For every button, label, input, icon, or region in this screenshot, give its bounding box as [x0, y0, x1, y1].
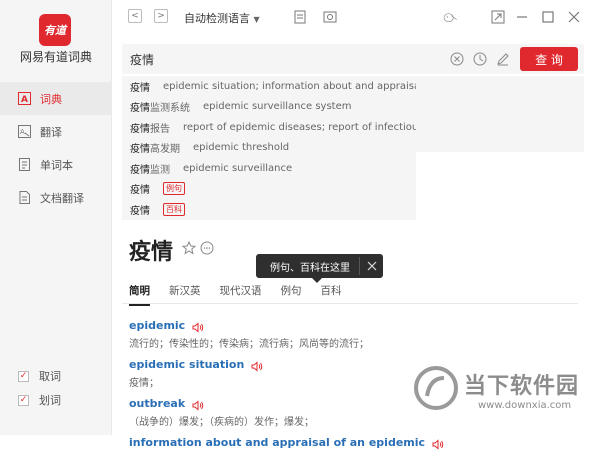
- logo-text: 有道: [44, 24, 66, 37]
- sidebar-item-dictionary[interactable]: A 词典: [0, 82, 112, 115]
- suggestion-list: 疫情 epidemic situation; information about…: [122, 76, 416, 220]
- checkmark-icon[interactable]: ✓: [18, 370, 29, 382]
- suggestion-item[interactable]: 疫情 例句: [122, 179, 416, 200]
- encyclopedia-tag: 百科: [163, 202, 185, 216]
- suggestion-item[interactable]: 疫情高发期 epidemic threshold: [122, 138, 416, 159]
- suggestion-item[interactable]: 疫情 百科: [122, 199, 416, 220]
- clear-icon[interactable]: [449, 51, 465, 67]
- sidebar-item-doc-translate[interactable]: 文档翻译: [0, 181, 112, 214]
- option-checkboxes: ✓ 取词 ✓ 划词: [18, 364, 61, 412]
- checkbox-label: 划词: [39, 394, 61, 407]
- star-icon[interactable]: [181, 240, 197, 255]
- watermark-text: 当下软件园: [464, 374, 580, 399]
- more-icon[interactable]: [200, 240, 214, 255]
- close-icon[interactable]: [365, 259, 379, 273]
- maximize-icon[interactable]: [540, 9, 556, 25]
- back-button[interactable]: <: [128, 9, 142, 23]
- tooltip: 例句、百科在这里: [256, 254, 383, 283]
- search-bar: 疫情 查 询: [122, 44, 584, 74]
- page-title: 疫情: [129, 240, 174, 265]
- forward-button[interactable]: >: [154, 9, 168, 23]
- divider: [122, 303, 578, 304]
- tooltip-text: 例句、百科在这里: [270, 262, 350, 274]
- edit-icon[interactable]: [495, 51, 511, 67]
- entry-word[interactable]: epidemic: [129, 319, 185, 332]
- suggestion-panel-extension: [416, 76, 584, 218]
- speaker-icon[interactable]: [250, 358, 263, 372]
- entry-word[interactable]: epidemic situation: [129, 358, 244, 371]
- sidebar-item-label: 词典: [40, 92, 62, 106]
- list-item: epidemic 流行的；传染性的；传染病；流行病；风尚等的流行；: [129, 316, 579, 351]
- speaker-icon[interactable]: [431, 436, 444, 450]
- watermark-logo-icon: [414, 366, 458, 410]
- history-icon[interactable]: [472, 51, 488, 67]
- app-name: 网易有道词典: [19, 50, 92, 64]
- suggestion-item[interactable]: 疫情报告 report of epidemic diseases; report…: [122, 117, 416, 138]
- translate-icon: A: [18, 125, 31, 138]
- search-input[interactable]: 疫情: [130, 51, 154, 68]
- checkbox-label: 取词: [39, 370, 61, 383]
- app-logo: 有道: [39, 14, 71, 46]
- language-select[interactable]: 自动检测语言 ▼: [184, 10, 260, 26]
- example-tag: 例句: [163, 182, 185, 196]
- chevron-down-icon: ▼: [253, 15, 260, 24]
- close-icon[interactable]: [566, 9, 582, 25]
- clipboard-icon[interactable]: [292, 9, 308, 25]
- list-item: information about and appraisal of an ep…: [129, 433, 579, 451]
- sidebar-item-label: 文档翻译: [40, 191, 84, 205]
- minimize-icon[interactable]: [514, 9, 530, 25]
- sidebar-item-label: 单词本: [40, 158, 73, 172]
- mini-mode-icon[interactable]: [490, 9, 506, 25]
- dictionary-icon: A: [18, 92, 31, 105]
- entry-word[interactable]: information about and appraisal of an ep…: [129, 436, 425, 449]
- suggestion-item[interactable]: 疫情 epidemic situation; information about…: [122, 76, 416, 97]
- speaker-icon[interactable]: [191, 397, 204, 411]
- sidebar: 有道 网易有道词典 A 词典 A 翻译 单词本 文档翻译 ✓ 取词 ✓ 划词: [0, 0, 112, 435]
- sidebar-item-wordbook[interactable]: 单词本: [0, 148, 112, 181]
- sidebar-nav: A 词典 A 翻译 单词本 文档翻译: [0, 82, 112, 214]
- sidebar-item-label: 翻译: [40, 125, 62, 139]
- mascot-icon[interactable]: [442, 9, 466, 25]
- speaker-icon[interactable]: [191, 319, 204, 333]
- watermark: 当下软件园 www.downxia.com: [412, 362, 590, 422]
- checkbox-select-word[interactable]: ✓ 划词: [18, 388, 61, 412]
- search-button[interactable]: 查 询: [520, 47, 578, 71]
- suggestion-item[interactable]: 疫情监测系统 epidemic surveillance system: [122, 97, 416, 118]
- sidebar-item-translate[interactable]: A 翻译: [0, 115, 112, 148]
- svg-text:A: A: [21, 95, 28, 105]
- title-bar: < > 自动检测语言 ▼: [112, 0, 590, 36]
- checkmark-icon[interactable]: ✓: [18, 394, 29, 406]
- wordbook-icon: [18, 158, 31, 171]
- svg-text:A: A: [20, 128, 25, 136]
- checkbox-capture-word[interactable]: ✓ 取词: [18, 364, 61, 388]
- entry-word[interactable]: outbreak: [129, 397, 185, 410]
- watermark-url: www.downxia.com: [478, 400, 572, 411]
- entry-definition: 流行的；传染性的；传染病；流行病；风尚等的流行；: [129, 339, 369, 350]
- document-icon: [18, 191, 31, 204]
- screenshot-icon[interactable]: [322, 9, 338, 25]
- suggestion-item[interactable]: 疫情监测 epidemic surveillance: [122, 158, 416, 179]
